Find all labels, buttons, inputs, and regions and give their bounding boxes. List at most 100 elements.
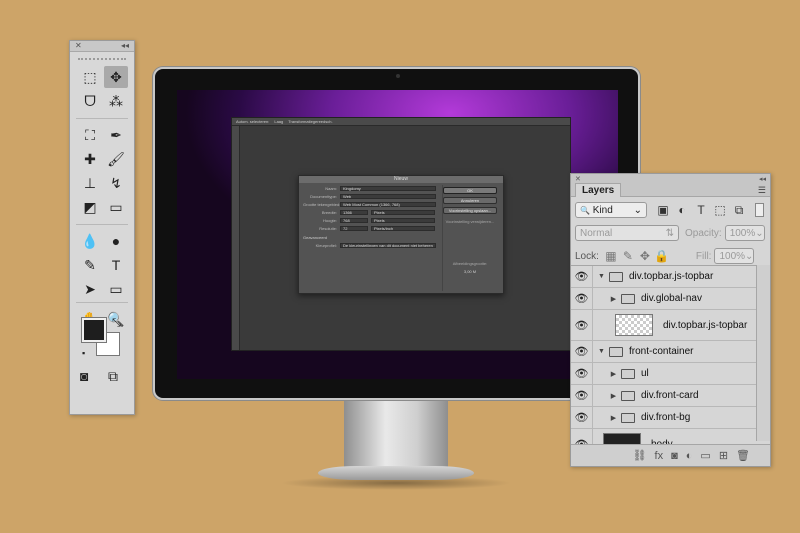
collapse-icon[interactable]: ◂◂: [759, 175, 766, 183]
name-input[interactable]: Kingdomy: [340, 186, 436, 191]
eyedropper-icon[interactable]: ✒: [104, 124, 128, 146]
gradient-icon[interactable]: ▭: [104, 196, 128, 218]
new-layer-icon[interactable]: ⊞: [719, 449, 728, 462]
eye-icon[interactable]: 👁: [571, 310, 593, 340]
eye-icon[interactable]: 👁: [571, 288, 593, 309]
smart-object-filter-icon[interactable]: ⧉: [731, 203, 747, 218]
dodge-icon[interactable]: ●: [104, 230, 128, 252]
layers-bottom-bar: ⛓ fx ◙ ◐ ▭ ⊞ 🗑: [571, 444, 770, 466]
layer-group-row[interactable]: 👁 ▼ div.topbar.js-topbar: [571, 266, 756, 288]
color-profile-select[interactable]: De kleurinstellingen van dit document ni…: [340, 243, 436, 248]
resolution-label: Resolutie:: [319, 226, 337, 231]
layer-group-row[interactable]: 👁 ▼ front-container: [571, 341, 756, 363]
layer-row[interactable]: 👁 div.topbar.js-topbar: [571, 310, 756, 341]
eye-icon[interactable]: 👁: [571, 341, 593, 362]
width-input[interactable]: 1366: [340, 210, 368, 215]
options-bar-item[interactable]: Laag: [274, 119, 283, 124]
pen-icon[interactable]: ✎: [78, 254, 102, 276]
height-input[interactable]: 768: [340, 218, 368, 223]
delete-layer-icon[interactable]: 🗑: [736, 449, 750, 462]
size-row: Grootte tekengebied: Web Most Common (13…: [303, 202, 436, 207]
eye-icon[interactable]: 👁: [571, 385, 593, 406]
swap-colors-icon[interactable]: ⤡: [112, 317, 121, 330]
resolution-unit-select[interactable]: Pixels/inch: [371, 226, 435, 231]
blend-row: Normal ⇅ Opacity: 100% ⌄: [571, 225, 770, 241]
panel-menu-icon[interactable]: ☰: [758, 185, 766, 196]
healing-brush-icon[interactable]: ✚: [78, 148, 102, 170]
filter-toggle[interactable]: [755, 203, 764, 217]
lock-position-icon[interactable]: ✥: [637, 249, 653, 263]
rectangle-shape-icon[interactable]: ▭: [104, 278, 128, 300]
lock-all-icon[interactable]: 🔒: [654, 249, 670, 263]
crop-icon[interactable]: ⛶: [78, 124, 102, 146]
cancel-button[interactable]: Annuleren: [443, 197, 497, 204]
move-icon[interactable]: ✥: [104, 66, 128, 88]
adjustment-filter-icon[interactable]: ◐: [674, 203, 690, 218]
delete-preset-button[interactable]: Voorinstelling verwijderen...: [443, 219, 497, 224]
layer-list-scrollbar[interactable]: [756, 265, 770, 441]
tab-layers[interactable]: Layers: [575, 183, 622, 197]
collapse-icon[interactable]: ◂◂: [121, 42, 129, 50]
size-select[interactable]: Web Most Common (1366, 768): [340, 202, 436, 207]
chevron-right-icon[interactable]: ▶: [609, 295, 618, 303]
new-group-icon[interactable]: ▭: [700, 449, 710, 462]
layer-style-icon[interactable]: fx: [655, 450, 664, 462]
resolution-input[interactable]: 72: [340, 226, 368, 231]
history-brush-icon[interactable]: ↯: [104, 172, 128, 194]
type-icon[interactable]: T: [104, 254, 128, 276]
blur-icon[interactable]: 💧: [78, 230, 102, 252]
width-unit-select[interactable]: Pixels: [371, 210, 435, 215]
blend-mode-select[interactable]: Normal ⇅: [575, 225, 679, 241]
chevron-right-icon[interactable]: ▶: [609, 414, 618, 422]
opacity-input[interactable]: 100% ⌄: [724, 225, 765, 241]
screen-mode-icon[interactable]: ⧉: [108, 368, 118, 385]
clone-stamp-icon[interactable]: ⊥: [78, 172, 102, 194]
eye-icon[interactable]: 👁: [571, 407, 593, 428]
advanced-label: Geavanceerd: [303, 235, 328, 240]
adjustment-layer-icon[interactable]: ◐: [686, 450, 693, 462]
doctype-select[interactable]: Web: [340, 194, 436, 199]
chevron-right-icon[interactable]: ▶: [609, 370, 618, 378]
type-filter-icon[interactable]: T: [693, 203, 709, 218]
blend-mode-label: Normal: [580, 227, 613, 239]
close-icon[interactable]: ✕: [75, 42, 82, 50]
magic-wand-icon[interactable]: ⁂: [104, 90, 128, 112]
image-filter-icon[interactable]: ▣: [655, 203, 671, 218]
ok-button[interactable]: OK: [443, 187, 497, 194]
lock-image-icon[interactable]: ✎: [620, 249, 636, 263]
quick-mask-icon[interactable]: ◙: [80, 368, 88, 384]
new-document-dialog: Nieuw Naam: Kingdomy Documenttype: Web G…: [298, 175, 504, 294]
layer-group-row[interactable]: 👁 ▶ ul: [571, 363, 756, 385]
fill-input[interactable]: 100% ⌄: [714, 248, 755, 264]
eye-icon[interactable]: 👁: [571, 363, 593, 384]
chevron-right-icon[interactable]: ▶: [609, 392, 618, 400]
eye-icon[interactable]: 👁: [571, 266, 593, 287]
advanced-toggle[interactable]: Geavanceerd: [303, 235, 327, 240]
layer-group-row[interactable]: 👁 ▶ div.front-bg: [571, 407, 756, 429]
eraser-icon[interactable]: ◩: [78, 196, 102, 218]
panel-grip[interactable]: [78, 52, 126, 60]
options-bar-item[interactable]: Transformatiegereedsch.: [288, 119, 332, 124]
rectangular-marquee-icon[interactable]: ⬚: [78, 66, 102, 88]
brush-icon[interactable]: 🖌: [104, 148, 128, 170]
options-bar-item[interactable]: Autom. selecteren:: [236, 119, 269, 124]
add-mask-icon[interactable]: ◙: [671, 450, 678, 462]
filter-kind-select[interactable]: 🔍 Kind ⌄: [575, 202, 647, 218]
lock-label: Lock:: [575, 250, 599, 262]
chevron-down-icon[interactable]: ▼: [597, 273, 606, 280]
chevron-down-icon[interactable]: ▼: [597, 348, 606, 355]
save-preset-button[interactable]: Voorinstelling opslaan...: [443, 207, 497, 214]
folder-icon: [609, 346, 623, 357]
link-layers-icon[interactable]: ⛓: [633, 449, 647, 462]
lasso-icon[interactable]: ᗜ: [78, 90, 102, 112]
layer-group-row[interactable]: 👁 ▶ div.global-nav: [571, 288, 756, 310]
shape-filter-icon[interactable]: ⬚: [712, 203, 728, 218]
height-unit-select[interactable]: Pixels: [371, 218, 435, 223]
width-label: Breedte:: [321, 210, 337, 215]
layer-group-row[interactable]: 👁 ▶ div.front-card: [571, 385, 756, 407]
path-selection-icon[interactable]: ➤: [78, 278, 102, 300]
foreground-color-swatch[interactable]: [81, 317, 107, 343]
default-colors-icon[interactable]: ▪: [82, 348, 85, 358]
lock-transparent-icon[interactable]: ▦: [603, 249, 619, 263]
close-icon[interactable]: ✕: [575, 175, 581, 183]
